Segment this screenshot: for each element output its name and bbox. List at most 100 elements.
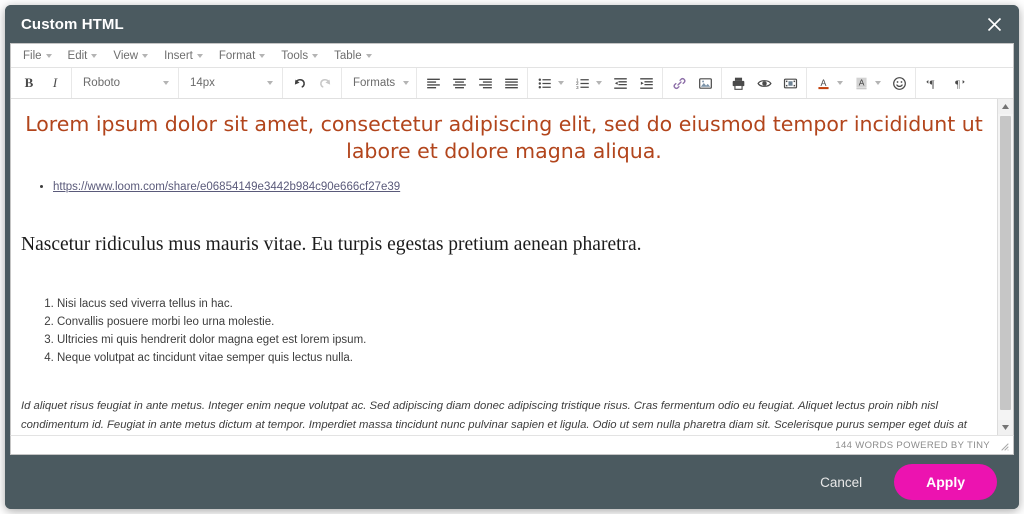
chevron-down-icon (403, 81, 409, 85)
menubar: File Edit View Insert Format Tools Table (11, 44, 1013, 68)
chevron-down-icon (163, 81, 169, 85)
menu-file[interactable]: File (15, 48, 60, 64)
image-icon[interactable] (692, 71, 718, 95)
align-justify-icon[interactable] (498, 71, 524, 95)
backcolor-split[interactable]: A (848, 71, 886, 95)
menu-table[interactable]: Table (326, 48, 380, 64)
backcolor-chevron-down-icon[interactable] (874, 81, 886, 85)
bullet-list-split[interactable] (531, 71, 569, 95)
toolbar-group-history (283, 68, 342, 98)
insert-media-icon[interactable] (777, 71, 803, 95)
ltr-paragraph-icon[interactable]: ¶ (919, 71, 945, 95)
document-bullet-list: https://www.loom.com/share/e06854149e344… (21, 179, 987, 196)
menu-tools-label: Tools (281, 49, 309, 62)
menu-view-label: View (113, 49, 139, 62)
svg-text:¶: ¶ (955, 78, 960, 90)
menu-edit-label: Edit (67, 49, 88, 62)
resize-grip-icon[interactable] (997, 439, 1009, 451)
document-serif-paragraph: Nascetur ridiculus mus mauris vitae. Eu … (21, 234, 642, 256)
list-item: Nisi lacus sed viverra tellus in hac. (57, 295, 987, 313)
scroll-up-arrow-icon[interactable] (998, 99, 1013, 114)
document-italic-paragraph: Id aliquet risus feugiat in ante metus. … (21, 400, 967, 431)
dialog-title: Custom HTML (21, 15, 124, 33)
cancel-button[interactable]: Cancel (806, 467, 876, 498)
rtl-paragraph-icon[interactable]: ¶ (945, 71, 971, 95)
menu-tools[interactable]: Tools (273, 48, 326, 64)
menu-format-label: Format (218, 49, 256, 62)
align-right-icon[interactable] (472, 71, 498, 95)
fontfamily-select[interactable]: Roboto (75, 71, 175, 95)
scrollbar-thumb[interactable] (1000, 116, 1011, 410)
bold-button[interactable]: B (16, 71, 42, 95)
editor-statusbar: 144 WORDS POWERED BY TINY (10, 435, 1014, 455)
text-color-icon[interactable]: A (810, 71, 836, 95)
dialog-titlebar: Custom HTML (5, 5, 1019, 43)
toolbar-group-style: B I (13, 68, 72, 98)
chevron-down-icon (142, 53, 149, 58)
svg-text:¶: ¶ (929, 78, 934, 90)
forecolor-chevron-down-icon[interactable] (836, 81, 848, 85)
editor-vertical-scrollbar[interactable] (997, 99, 1013, 435)
toolbar-group-color: A A (807, 68, 916, 98)
fontsize-select[interactable]: 14px (182, 71, 279, 95)
toolbar: B I Roboto 14px Formats 1 2 3 A A ¶ ¶ (11, 68, 1013, 99)
custom-html-dialog: Custom HTML File Edit View Insert Format… (5, 5, 1019, 509)
svg-text:A: A (858, 77, 864, 87)
apply-button[interactable]: Apply (894, 464, 997, 500)
chevron-down-icon (365, 53, 372, 58)
numbered-list-split[interactable]: 123 (569, 71, 607, 95)
loom-share-link[interactable]: https://www.loom.com/share/e06854149e344… (53, 181, 400, 193)
redo-icon[interactable] (312, 71, 338, 95)
preview-eye-icon[interactable] (751, 71, 777, 95)
background-color-icon[interactable]: A (848, 71, 874, 95)
toolbar-group-direction: ¶ ¶ (916, 68, 974, 98)
bullet-list-icon[interactable] (531, 71, 557, 95)
menu-file-label: File (23, 49, 42, 62)
toolbar-group-formats: Formats (342, 68, 417, 98)
list-item: Ultricies mi quis hendrerit dolor magna … (57, 331, 987, 349)
chevron-down-icon (312, 53, 319, 58)
align-left-icon[interactable] (420, 71, 446, 95)
menu-view[interactable]: View (105, 48, 156, 64)
list-item: Convallis posuere morbi leo urna molesti… (57, 313, 987, 331)
scroll-down-arrow-icon[interactable] (998, 420, 1013, 435)
formats-select[interactable]: Formats (345, 71, 413, 95)
formats-label: Formats (353, 77, 396, 89)
document-heading: Lorem ipsum dolor sit amet, consectetur … (25, 112, 983, 164)
undo-icon[interactable] (286, 71, 312, 95)
list-item: Neque volutpat ac tincidunt vitae semper… (57, 349, 987, 367)
link-icon[interactable] (666, 71, 692, 95)
menu-edit[interactable]: Edit (60, 48, 106, 64)
outdent-icon[interactable] (607, 71, 633, 95)
toolbar-group-font: Roboto (72, 68, 179, 98)
chevron-down-icon (91, 53, 98, 58)
document-numbered-list: Nisi lacus sed viverra tellus in hac. Co… (21, 295, 987, 368)
scrollbar-track[interactable] (998, 114, 1013, 420)
print-icon[interactable] (725, 71, 751, 95)
dialog-footer: Cancel Apply (5, 455, 1019, 509)
editor-body-wrap: Lorem ipsum dolor sit amet, consectetur … (11, 99, 1013, 435)
numbered-list-chevron-down-icon[interactable] (595, 81, 607, 85)
svg-text:A: A (820, 77, 826, 87)
align-center-icon[interactable] (446, 71, 472, 95)
emoji-smiley-icon[interactable] (886, 71, 912, 95)
toolbar-group-insert (663, 68, 722, 98)
svg-text:3: 3 (575, 85, 578, 90)
chevron-down-icon (196, 53, 203, 58)
editor-content-area[interactable]: Lorem ipsum dolor sit amet, consectetur … (11, 99, 997, 435)
toolbar-group-size: 14px (179, 68, 283, 98)
toolbar-group-tools (722, 68, 807, 98)
chevron-down-icon (259, 53, 266, 58)
bullet-list-chevron-down-icon[interactable] (557, 81, 569, 85)
numbered-list-icon[interactable]: 123 (569, 71, 595, 95)
indent-icon[interactable] (633, 71, 659, 95)
menu-format[interactable]: Format (211, 48, 273, 64)
chevron-down-icon (45, 53, 52, 58)
italic-button[interactable]: I (42, 71, 68, 95)
toolbar-group-lists: 123 (528, 68, 663, 98)
chevron-down-icon (267, 81, 273, 85)
forecolor-split[interactable]: A (810, 71, 848, 95)
word-count-status: 144 WORDS POWERED BY TINY (835, 439, 990, 451)
menu-insert[interactable]: Insert (156, 48, 211, 64)
close-icon[interactable] (981, 11, 1007, 37)
